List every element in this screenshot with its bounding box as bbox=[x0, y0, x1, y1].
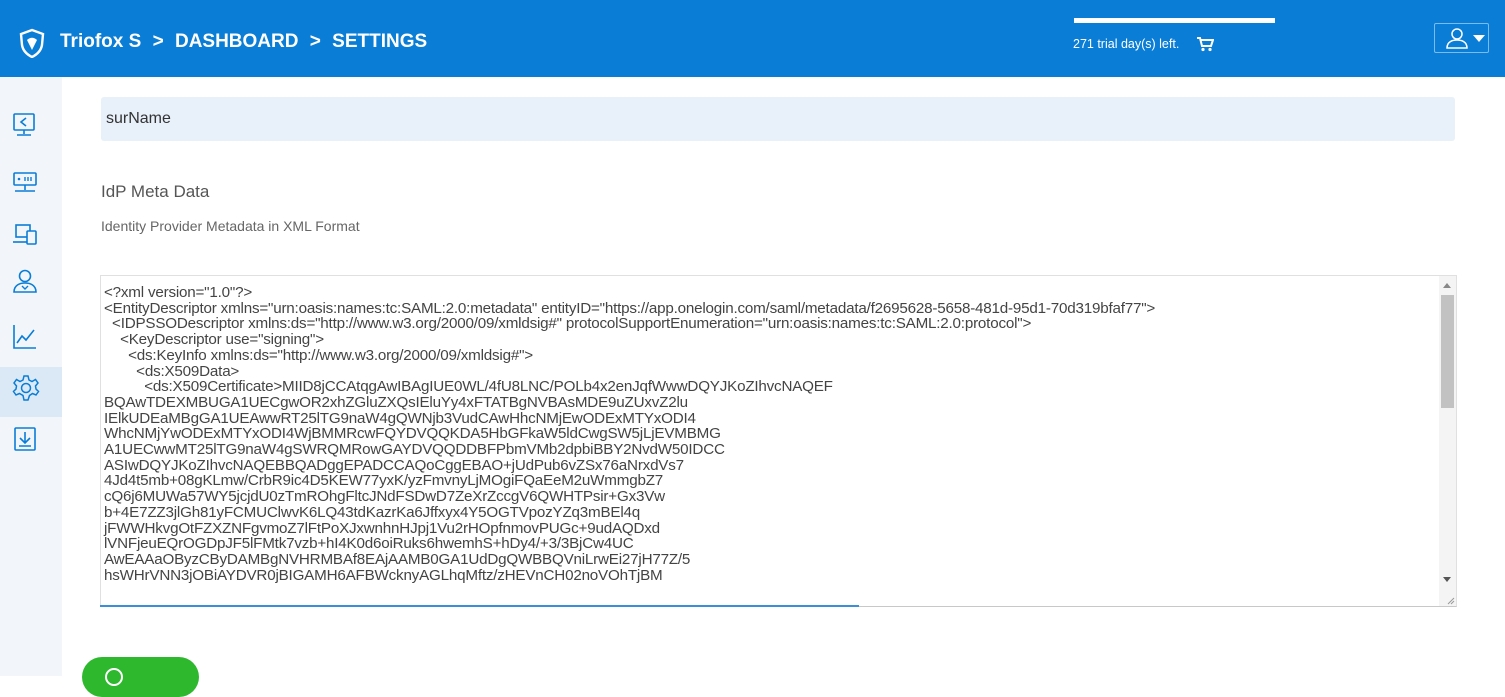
sidebar-item-servers[interactable] bbox=[0, 163, 62, 209]
devices-icon bbox=[13, 224, 37, 245]
save-button[interactable] bbox=[82, 657, 199, 697]
chevron-down-icon bbox=[1473, 35, 1485, 42]
resize-handle-icon[interactable] bbox=[1445, 595, 1455, 605]
surname-attribute-input[interactable]: surName bbox=[101, 97, 1455, 141]
sidebar-item-users[interactable] bbox=[0, 260, 62, 306]
network-server-icon bbox=[13, 172, 37, 192]
sidebar-item-reports[interactable] bbox=[0, 315, 62, 361]
vertical-scrollbar[interactable] bbox=[1439, 276, 1456, 606]
scroll-up-arrow-icon[interactable] bbox=[1443, 283, 1451, 288]
users-icon bbox=[13, 269, 37, 293]
idp-metadata-text[interactable]: <?xml version="1.0"?> <EntityDescriptor … bbox=[104, 285, 1155, 583]
main-content: surName IdP Meta Data Identity Provider … bbox=[62, 77, 1505, 697]
chart-icon bbox=[13, 325, 36, 349]
logo-shield-icon[interactable] bbox=[17, 28, 47, 58]
user-icon bbox=[1446, 28, 1468, 49]
section-title: IdP Meta Data bbox=[101, 182, 210, 201]
sidebar-item-devices[interactable] bbox=[0, 212, 62, 258]
save-icon bbox=[105, 668, 123, 686]
textarea-focus-underline bbox=[100, 605, 859, 607]
app-name[interactable]: Triofox S bbox=[60, 31, 141, 52]
breadcrumb-dashboard[interactable]: DASHBOARD bbox=[175, 31, 299, 52]
sidebar-item-settings[interactable] bbox=[0, 367, 62, 417]
trial-progress-bar bbox=[1074, 18, 1275, 23]
sidebar-item-downloads[interactable] bbox=[0, 417, 62, 463]
user-menu-button[interactable] bbox=[1434, 23, 1489, 53]
scrollbar-thumb[interactable] bbox=[1441, 295, 1454, 408]
gear-icon bbox=[12, 375, 40, 401]
breadcrumb: Triofox S > DASHBOARD > SETTINGS bbox=[60, 31, 433, 53]
breadcrumb-separator: > bbox=[309, 31, 321, 52]
sidebar bbox=[0, 77, 62, 676]
top-header: Triofox S > DASHBOARD > SETTINGS 271 tri… bbox=[0, 0, 1505, 77]
breadcrumb-separator: > bbox=[152, 31, 164, 52]
section-description: Identity Provider Metadata in XML Format bbox=[101, 218, 360, 234]
trial-days-left[interactable]: 271 trial day(s) left. bbox=[1073, 37, 1179, 51]
idp-metadata-textarea[interactable]: <?xml version="1.0"?> <EntityDescriptor … bbox=[100, 275, 1457, 607]
sidebar-item-shares[interactable] bbox=[0, 104, 62, 150]
monitor-share-icon bbox=[13, 113, 35, 136]
breadcrumb-settings[interactable]: SETTINGS bbox=[332, 31, 427, 52]
scroll-down-arrow-icon[interactable] bbox=[1443, 577, 1451, 582]
download-icon bbox=[14, 427, 36, 451]
shopping-cart-icon[interactable] bbox=[1196, 36, 1214, 52]
